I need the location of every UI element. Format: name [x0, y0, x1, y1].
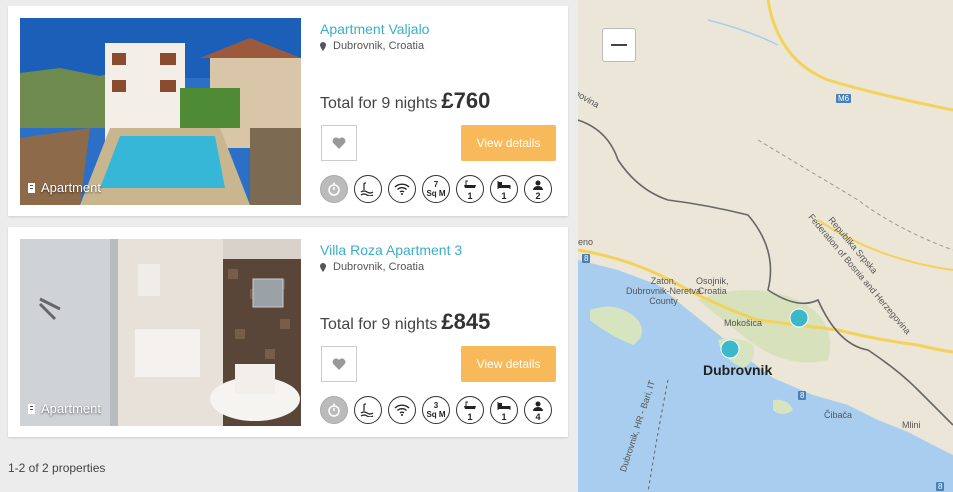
bed-icon: 1 [490, 396, 518, 424]
favorite-button[interactable] [321, 346, 357, 382]
instant-book-icon [320, 175, 348, 203]
amenities-row: 7 Sq M 1 1 2 [320, 175, 552, 203]
building-icon [28, 182, 35, 193]
map-view[interactable]: Osojnik, Croatia Zaton, Dubrovnik-Neretva C… [578, 0, 953, 492]
listing-location: Dubrovnik, Croatia [320, 40, 424, 52]
property-type-label: Apartment [41, 401, 101, 416]
guests-icon: 2 [524, 175, 552, 203]
heart-icon [332, 137, 346, 149]
listing-card[interactable]: Apartment Apartment Valjalo Dubrovnik, C… [8, 6, 568, 216]
map-label-mlini: Mlini [902, 420, 921, 430]
listing-price: Total for 9 nights £845 [320, 309, 490, 335]
listing-price: Total for 9 nights £760 [320, 88, 490, 114]
wifi-icon [388, 175, 416, 203]
bath-icon: 1 [456, 396, 484, 424]
price-prefix: Total for 9 nights [320, 316, 438, 333]
listing-location: Dubrovnik, Croatia [320, 261, 424, 273]
bath-count: 1 [467, 412, 473, 422]
map-pin-icon [320, 262, 326, 272]
minus-icon [611, 44, 627, 46]
property-type-badge: Apartment [28, 401, 101, 416]
map-pin-icon [320, 41, 326, 51]
results-panel: Apartment Apartment Valjalo Dubrovnik, C… [0, 0, 578, 492]
view-details-button[interactable]: View details [461, 125, 556, 161]
road-badge-8a: 8 [582, 254, 591, 263]
bed-icon: 1 [490, 175, 518, 203]
favorite-button[interactable] [321, 125, 357, 161]
map-label-dubrovnik: Dubrovnik [703, 362, 773, 378]
listing-title[interactable]: Apartment Valjalo [320, 21, 429, 37]
listing-title[interactable]: Villa Roza Apartment 3 [320, 242, 462, 258]
size-unit: Sq M [426, 410, 446, 419]
property-type-badge: Apartment [28, 180, 101, 195]
pool-icon [354, 175, 382, 203]
map-label-eno: eno [578, 237, 594, 247]
listing-photo[interactable]: Apartment [20, 18, 301, 205]
size-icon: 7 Sq M [422, 175, 450, 203]
heart-icon [332, 358, 346, 370]
wifi-icon [388, 396, 416, 424]
map-label-zaton: Zaton, Dubrovnik-Neretva County [626, 276, 702, 306]
bath-count: 1 [467, 191, 473, 201]
bath-icon: 1 [456, 175, 484, 203]
location-text: Dubrovnik, Croatia [333, 40, 425, 52]
map-label-mokosica: Mokošica [724, 318, 763, 328]
bed-count: 1 [501, 412, 507, 422]
bed-count: 1 [501, 191, 507, 201]
road-badge-8c: 8 [936, 482, 945, 491]
map-label-cibaca: Čibača [824, 410, 853, 420]
property-type-label: Apartment [41, 180, 101, 195]
pool-icon [354, 396, 382, 424]
zoom-out-button[interactable] [602, 28, 636, 62]
listing-photo[interactable]: Apartment [20, 239, 301, 426]
road-badge-m6: M6 [836, 94, 852, 103]
size-unit: Sq M [426, 189, 446, 198]
instant-book-icon [320, 396, 348, 424]
results-count: 1-2 of 2 properties [8, 461, 106, 475]
building-icon [28, 403, 35, 414]
price-amount: £760 [441, 88, 491, 113]
road-badge-8b: 8 [798, 391, 807, 400]
view-details-button[interactable]: View details [461, 346, 556, 382]
amenities-row: 3 Sq M 1 1 4 [320, 396, 552, 424]
size-value: 7 [433, 180, 439, 189]
price-amount: £845 [441, 309, 491, 334]
listing-card[interactable]: Apartment Villa Roza Apartment 3 Dubrovn… [8, 227, 568, 437]
guests-icon: 4 [524, 396, 552, 424]
size-value: 3 [433, 401, 439, 410]
location-text: Dubrovnik, Croatia [333, 261, 425, 273]
guest-count: 4 [535, 412, 541, 422]
size-icon: 3 Sq M [422, 396, 450, 424]
guest-count: 2 [535, 191, 541, 201]
price-prefix: Total for 9 nights [320, 95, 438, 112]
